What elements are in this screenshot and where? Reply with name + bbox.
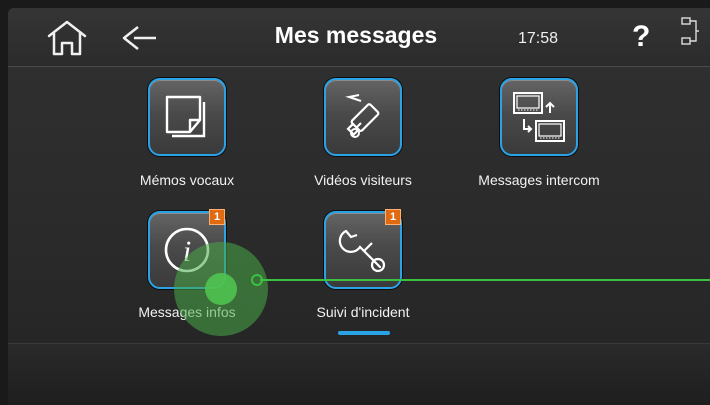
tile-label: Vidéos visiteurs: [314, 172, 412, 188]
tile-messages-intercom[interactable]: [500, 78, 578, 156]
swipe-trail-line: [260, 279, 710, 281]
back-arrow-icon: [122, 26, 156, 50]
intercom-icon: [513, 92, 565, 142]
network-button[interactable]: [678, 14, 700, 50]
page-indicator: [338, 331, 390, 335]
clock: 17:58: [518, 30, 559, 47]
home-icon: [47, 20, 87, 56]
bottom-bar: [8, 343, 710, 405]
tile-memos-vocaux[interactable]: [148, 78, 226, 156]
header-bar: Mes messages 17:58 ?: [8, 8, 710, 67]
tile-label: Messages intercom: [478, 172, 600, 188]
notification-badge: 1: [385, 209, 401, 225]
home-button[interactable]: [42, 18, 92, 58]
touch-indicator-inner: [205, 273, 237, 305]
help-button[interactable]: ?: [632, 20, 650, 54]
screen: Mes messages 17:58 ? Mémos vocaux Vidéos…: [8, 8, 710, 405]
note-icon: [165, 95, 206, 138]
tile-videos-visiteurs[interactable]: [324, 78, 402, 156]
notification-badge: 1: [209, 209, 225, 225]
page-title: Mes messages: [274, 22, 438, 48]
swipe-trail-dot: [251, 274, 263, 286]
network-icon: [681, 17, 699, 45]
back-button[interactable]: [118, 22, 162, 54]
tile-label: Suivi d'incident: [316, 304, 410, 320]
tile-label: Mémos vocaux: [139, 172, 235, 188]
camera-icon: [345, 94, 380, 138]
wrench-icon: [338, 229, 386, 273]
